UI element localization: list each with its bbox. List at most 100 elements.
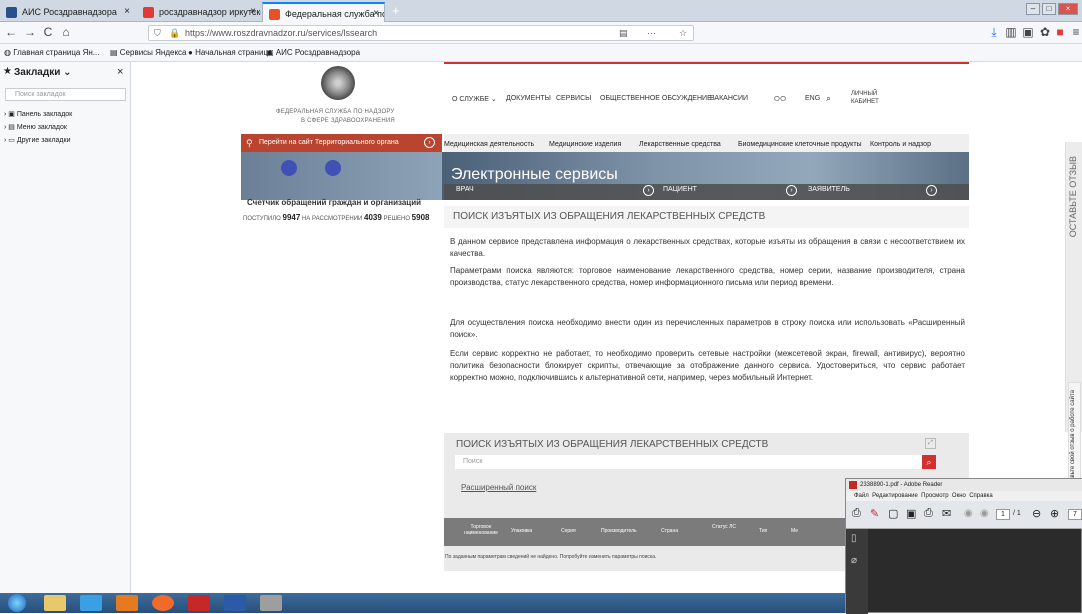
star-icon[interactable]: ☆ (679, 26, 687, 40)
role-doctor[interactable]: ВРАЧ (456, 186, 474, 193)
reader-title-bar[interactable]: 2338890-1.pdf - Adobe Reader (846, 479, 1082, 491)
cat-biomedical[interactable]: Биомедицинские клеточные продукты (738, 141, 862, 148)
tab-title: Федеральная служба по надз (285, 9, 384, 19)
forward-icon[interactable]: → (22, 25, 38, 39)
media-player-icon[interactable] (116, 595, 138, 611)
close-icon[interactable]: × (250, 2, 256, 22)
col-trade-name[interactable]: Торговое наименование (461, 524, 501, 536)
firefox-icon[interactable] (152, 595, 174, 611)
tab-fed-service[interactable]: Федеральная служба по надз × (262, 2, 385, 22)
role-applicant[interactable]: ЗАЯВИТЕЛЬ (808, 186, 850, 193)
url-bar[interactable]: ⛉ 🔒 https://www.roszdravnadzor.ru/servic… (148, 25, 694, 41)
prev-page-icon[interactable]: ◉ (964, 508, 973, 519)
menu-edit[interactable]: Редактирование (872, 493, 918, 499)
expand-icon[interactable]: ⤢ (925, 438, 936, 449)
tab-ais[interactable]: АИС Росздравнадзора × (0, 2, 135, 22)
bookmark-yandex-home[interactable]: ◍ Главная страница Ян... (4, 44, 99, 62)
create-pdf-icon[interactable]: ✎ (870, 507, 879, 520)
pages-panel-icon[interactable]: ▯ (851, 533, 857, 544)
menu-help[interactable]: Справка (969, 493, 993, 499)
bookmark-flag-icon[interactable]: ■ (1052, 25, 1068, 39)
maximize-icon[interactable]: □ (1042, 3, 1056, 15)
nav-documents[interactable]: ДОКУМЕНТЫ (506, 95, 551, 102)
search-button[interactable]: ⌕ (922, 455, 936, 469)
page-count: / 1 (1013, 510, 1021, 517)
home-icon[interactable]: ⌂ (58, 25, 74, 39)
col-manufacturer[interactable]: Производитель (601, 528, 637, 534)
cat-medicines[interactable]: Лекарственные средства (639, 141, 721, 148)
sidebar-item-other[interactable]: › ▭ Другие закладки (4, 136, 70, 144)
col-series[interactable]: Серия (561, 528, 576, 534)
counter-stats: ПОСТУПИЛО 9947 НА РАССМОТРЕНИИ 4039 РЕШЕ… (243, 213, 429, 222)
page-number-input[interactable]: 1 (996, 509, 1010, 520)
nav-services[interactable]: СЕРВИСЫ (556, 95, 591, 102)
menu-view[interactable]: Просмотр (921, 493, 948, 499)
col-country[interactable]: Страна (661, 528, 678, 534)
bookmark-yandex-services[interactable]: ▤ Сервисы Яндекса (110, 44, 187, 62)
zoom-in-icon[interactable]: ⊕ (1050, 507, 1059, 520)
role-patient[interactable]: ПАЦИЕНТ (663, 186, 697, 193)
close-icon[interactable]: × (373, 4, 379, 22)
sidebar-toggle-icon[interactable]: ▣ (1020, 25, 1036, 39)
cat-medical-activity[interactable]: Медицинская деятельность (444, 141, 534, 148)
sidebar-item-toolbar[interactable]: › ▣ Панель закладок (4, 110, 72, 118)
download-icon[interactable]: ⤓ (986, 25, 1002, 40)
library-icon[interactable]: ▥ (1003, 25, 1019, 39)
menu-file[interactable]: Файл (854, 493, 869, 499)
next-page-icon[interactable]: ◉ (980, 508, 989, 519)
search-input[interactable]: Поиск (455, 455, 923, 469)
menu-window[interactable]: Окно (952, 493, 966, 499)
zoom-input[interactable]: 7 (1068, 509, 1082, 520)
col-more[interactable]: Ме (791, 528, 798, 534)
chevron-right-icon[interactable]: › (926, 185, 937, 196)
advanced-search-link[interactable]: Расширенный поиск (461, 483, 536, 492)
attachment-icon[interactable]: ⌀ (851, 555, 857, 566)
chevron-right-icon[interactable]: › (643, 185, 654, 196)
bookmark-search-input[interactable]: Поиск закладок (5, 88, 126, 101)
start-button[interactable] (8, 594, 26, 612)
extension-icon[interactable]: ✿ (1037, 25, 1053, 39)
cat-medical-devices[interactable]: Медицинские изделия (549, 141, 621, 148)
close-window-icon[interactable]: × (1058, 3, 1078, 15)
more-icon[interactable]: ··· (647, 26, 656, 40)
close-icon[interactable]: × (124, 2, 130, 22)
edit-icon[interactable]: ▢ (888, 507, 898, 520)
zoom-out-icon[interactable]: ⊖ (1032, 507, 1041, 520)
col-package[interactable]: Упаковка (511, 528, 532, 534)
menu-icon[interactable]: ≡ (1068, 25, 1082, 39)
reload-icon[interactable]: C (40, 25, 56, 39)
chevron-right-icon[interactable]: › (786, 185, 797, 196)
save-icon[interactable]: ▣ (906, 507, 916, 520)
new-tab-icon[interactable]: + (392, 3, 400, 18)
sidebar-title[interactable]: Закладки ⌄ (14, 67, 72, 78)
nav-vacancies[interactable]: ВАКАНСИИ (710, 95, 748, 102)
search-icon[interactable]: ⌕ (826, 93, 831, 104)
word-icon[interactable] (224, 595, 246, 611)
close-icon[interactable]: × (117, 66, 123, 78)
email-icon[interactable]: ✉ (942, 507, 951, 520)
col-status[interactable]: Статус ЛС (711, 524, 737, 530)
bookmark-ais[interactable]: ▣ АИС Росздравнадзора (266, 44, 360, 62)
territorial-site-button[interactable]: ⚲ Перейти на сайт Территориального орган… (241, 134, 442, 152)
emblem-logo[interactable] (321, 66, 355, 100)
explorer-icon[interactable] (44, 595, 66, 611)
lang-switch[interactable]: ENG (805, 95, 820, 102)
tab-yandex[interactable]: росздравнадзор иркутской об × (137, 2, 261, 22)
cat-control[interactable]: Контроль и надзор (870, 141, 931, 148)
bookmark-start-page[interactable]: ● Начальная страница (188, 44, 272, 62)
nav-about[interactable]: О СЛУЖБЕ ⌄ (452, 95, 497, 103)
minimize-icon[interactable]: – (1026, 3, 1040, 15)
app-icon[interactable] (260, 595, 282, 611)
open-icon[interactable]: ⎙ (852, 507, 861, 520)
cabinet-link[interactable]: ЛИЧНЫЙ КАБИНЕТ (851, 90, 893, 106)
back-icon[interactable]: ← (3, 25, 19, 39)
print-icon[interactable]: ⎙ (924, 507, 933, 520)
feedback-label[interactable]: ОСТАВЬТЕ ОТЗЫВ (1068, 156, 1080, 237)
col-type[interactable]: Тип (759, 528, 767, 534)
sidebar-item-menu[interactable]: › ▤ Меню закладок (4, 123, 67, 131)
glasses-icon[interactable]: ဝဝ (774, 91, 786, 107)
reader-view-icon[interactable]: ▤ (619, 26, 628, 40)
adobe-reader-icon[interactable] (188, 595, 210, 611)
nav-public-discussion[interactable]: ОБЩЕСТВЕННОЕ ОБСУЖДЕНИЕ (600, 95, 712, 102)
ie-icon[interactable] (80, 595, 102, 611)
